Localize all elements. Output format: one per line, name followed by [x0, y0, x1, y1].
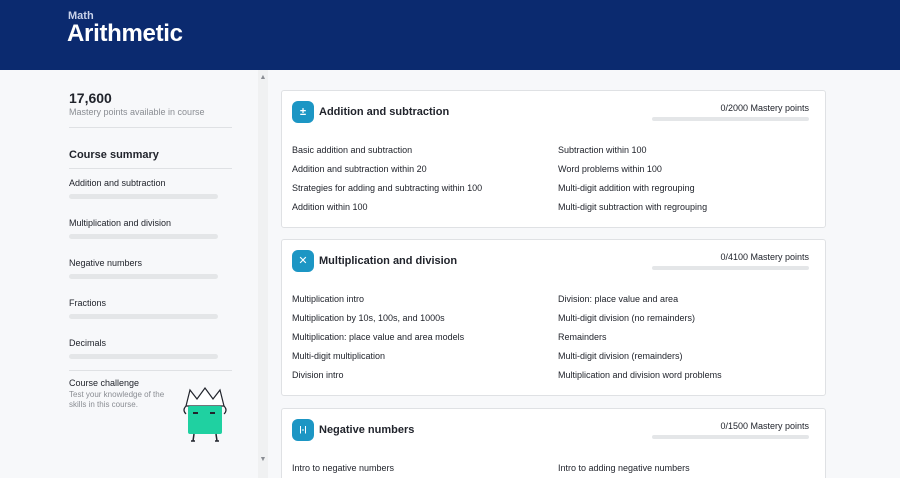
divider	[69, 168, 232, 169]
sidebar-item-multiplication-division[interactable]: Multiplication and division	[69, 218, 219, 228]
lesson-link[interactable]: Multi-digit addition with regrouping	[558, 183, 695, 193]
sidebar-scrollbar[interactable]: ▲ ▼	[258, 70, 268, 478]
lesson-link[interactable]: Multi-digit division (remainders)	[558, 351, 683, 361]
unit-card-negative-numbers: |-| Negative numbers 0/1500 Mastery poin…	[281, 408, 826, 478]
plus-minus-icon: ±	[292, 101, 314, 123]
lesson-link[interactable]: Multi-digit multiplication	[292, 351, 385, 361]
lesson-link[interactable]: Intro to negative numbers	[292, 463, 394, 473]
sidebar-item-decimals[interactable]: Decimals	[69, 338, 219, 348]
lesson-link[interactable]: Multiplication and division word problem…	[558, 370, 722, 380]
times-divide-icon: ✕	[292, 250, 314, 272]
sidebar-progress-bar	[69, 314, 218, 319]
page-title: Arithmetic	[67, 20, 183, 47]
sidebar: 17,600 Mastery points available in cours…	[0, 70, 258, 478]
course-summary-title: Course summary	[69, 149, 159, 161]
lesson-link[interactable]: Word problems within 100	[558, 164, 662, 174]
unit-card-multiplication-division: ✕ Multiplication and division 0/4100 Mas…	[281, 239, 826, 396]
course-challenge-description: Test your knowledge of the skills in thi…	[69, 390, 165, 409]
unit-mastery-points: 0/4100 Mastery points	[720, 252, 809, 262]
lesson-link[interactable]: Multiplication by 10s, 100s, and 1000s	[292, 313, 445, 323]
unit-mastery-points: 0/1500 Mastery points	[720, 421, 809, 431]
lesson-link[interactable]: Strategies for adding and subtracting wi…	[292, 183, 482, 193]
lesson-link[interactable]: Multiplication intro	[292, 294, 364, 304]
lesson-link[interactable]: Multi-digit division (no remainders)	[558, 313, 695, 323]
course-header: Math Arithmetic	[0, 0, 900, 70]
mastery-points-total: 17,600	[69, 90, 112, 106]
divider	[69, 370, 232, 371]
unit-mastery-progress-bar	[652, 117, 809, 121]
sidebar-progress-bar	[69, 274, 218, 279]
lesson-link[interactable]: Remainders	[558, 332, 607, 342]
unit-mastery-points: 0/2000 Mastery points	[720, 103, 809, 113]
sidebar-item-negative-numbers[interactable]: Negative numbers	[69, 258, 219, 268]
scroll-up-arrow-icon[interactable]: ▲	[258, 74, 268, 82]
course-challenge-link[interactable]: Course challenge	[69, 378, 139, 388]
unit-title[interactable]: Multiplication and division	[319, 255, 457, 267]
unit-title[interactable]: Addition and subtraction	[319, 106, 449, 118]
lesson-link[interactable]: Addition within 100	[292, 202, 368, 212]
mastery-points-label: Mastery points available in course	[69, 107, 205, 117]
lesson-link[interactable]: Intro to adding negative numbers	[558, 463, 690, 473]
unit-card-addition-subtraction: ± Addition and subtraction 0/2000 Master…	[281, 90, 826, 228]
lesson-link[interactable]: Addition and subtraction within 20	[292, 164, 427, 174]
course-challenge-mascot-icon	[183, 386, 227, 442]
divider	[69, 127, 232, 128]
sidebar-item-fractions[interactable]: Fractions	[69, 298, 219, 308]
unit-mastery-progress-bar	[652, 435, 809, 439]
unit-mastery-progress-bar	[652, 266, 809, 270]
lesson-link[interactable]: Multiplication: place value and area mod…	[292, 332, 464, 342]
lesson-link[interactable]: Multi-digit subtraction with regrouping	[558, 202, 707, 212]
absolute-value-icon: |-|	[292, 419, 314, 441]
sidebar-progress-bar	[69, 234, 218, 239]
lesson-link[interactable]: Basic addition and subtraction	[292, 145, 412, 155]
lesson-link[interactable]: Division intro	[292, 370, 344, 380]
sidebar-progress-bar	[69, 194, 218, 199]
sidebar-item-addition-subtraction[interactable]: Addition and subtraction	[69, 178, 219, 188]
sidebar-progress-bar	[69, 354, 218, 359]
lesson-link[interactable]: Division: place value and area	[558, 294, 678, 304]
unit-title[interactable]: Negative numbers	[319, 424, 414, 436]
lesson-link[interactable]: Subtraction within 100	[558, 145, 647, 155]
unit-list: ± Addition and subtraction 0/2000 Master…	[268, 70, 900, 478]
scroll-down-arrow-icon[interactable]: ▼	[258, 456, 268, 464]
